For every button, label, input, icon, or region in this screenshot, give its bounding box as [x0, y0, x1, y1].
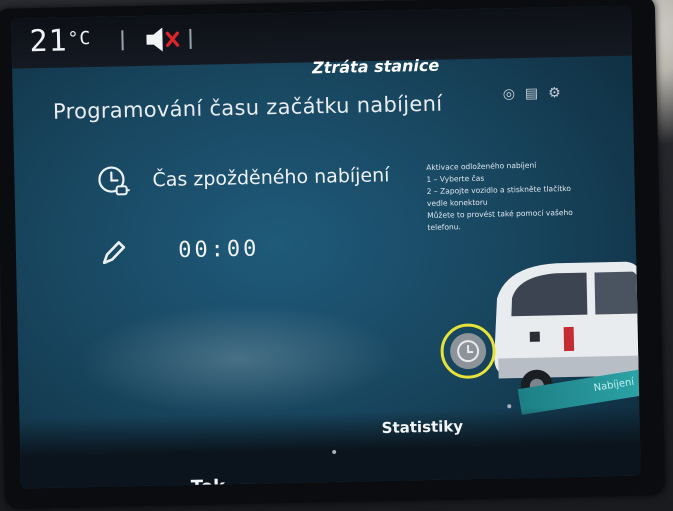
temperature-value: 21 — [29, 23, 69, 60]
charging-time-setter[interactable]: 00:00 — [98, 235, 260, 266]
edit-pencil-icon — [102, 241, 126, 265]
temperature-unit: °C — [67, 27, 92, 50]
tab-statistiky[interactable]: Statistiky — [382, 417, 464, 437]
delayed-charging-label: Čas zpožděného nabíjení — [152, 164, 390, 192]
charging-label: Nabíjení — [592, 376, 635, 395]
settings-icon[interactable]: ⚙ — [548, 85, 571, 101]
tab-tok[interactable]: Tok — [191, 476, 226, 488]
temperature-readout[interactable]: 21°C — [29, 23, 92, 59]
speaker-muted-icon[interactable] — [143, 25, 184, 54]
tab-dot — [507, 404, 512, 409]
clock-plug-icon — [98, 166, 130, 196]
tab-dot — [332, 449, 337, 454]
delayed-charging-option[interactable]: Čas zpožděného nabíjení — [96, 159, 390, 199]
time-value: 00:00 — [177, 236, 260, 264]
station-status-title: Ztráta stanice — [311, 55, 440, 78]
top-icon-group: ◎▤⚙ — [503, 85, 571, 102]
infotainment-screen: 21°C Ztráta stanice ◎▤⚙ Programování čas… — [11, 5, 641, 489]
page-title: Programování času začátku nabíjení — [52, 91, 443, 124]
calendar-icon[interactable]: ▤ — [525, 85, 549, 101]
screen-glare — [77, 300, 400, 418]
map-pin-icon[interactable]: ◎ — [503, 86, 526, 102]
bottom-tab-bar — [19, 405, 641, 489]
status-divider — [189, 28, 192, 49]
display-bezel: 21°C Ztráta stanice ◎▤⚙ Programování čas… — [0, 0, 666, 509]
instructions-panel: Aktivace odloženého nabíjení 1 – Vyberte… — [426, 158, 627, 234]
status-divider — [121, 30, 124, 51]
